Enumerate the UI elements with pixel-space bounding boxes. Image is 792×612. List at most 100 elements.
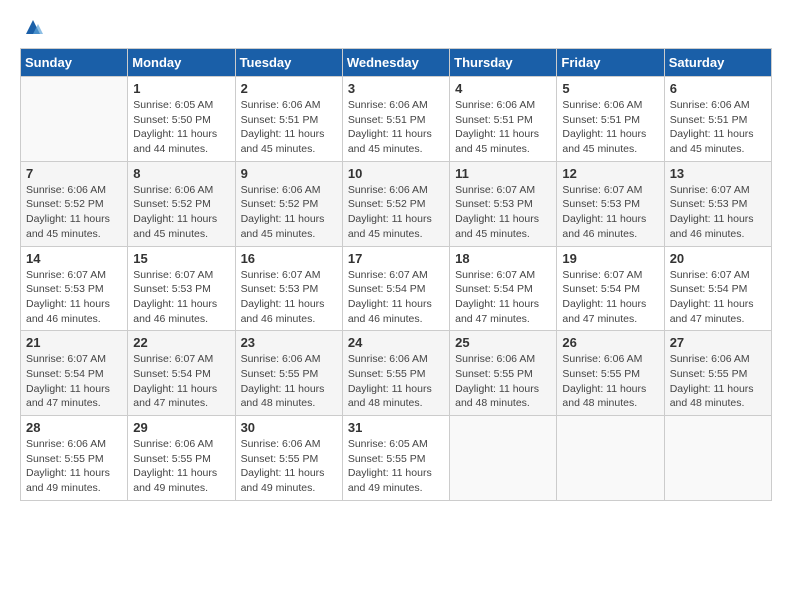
- day-info-text: Daylight: 11 hours: [455, 297, 551, 312]
- day-info-text: and 45 minutes.: [133, 227, 229, 242]
- day-number: 25: [455, 335, 551, 350]
- day-info-text: Sunset: 5:52 PM: [241, 197, 337, 212]
- day-info-text: Daylight: 11 hours: [670, 382, 766, 397]
- calendar-week-row: 7Sunrise: 6:06 AMSunset: 5:52 PMDaylight…: [21, 161, 772, 246]
- day-number: 1: [133, 81, 229, 96]
- day-info-text: Daylight: 11 hours: [133, 297, 229, 312]
- day-info-text: Sunset: 5:51 PM: [562, 113, 658, 128]
- day-info-text: Daylight: 11 hours: [455, 127, 551, 142]
- calendar-cell: 1Sunrise: 6:05 AMSunset: 5:50 PMDaylight…: [128, 77, 235, 162]
- day-info-text: Sunrise: 6:06 AM: [26, 183, 122, 198]
- day-number: 11: [455, 166, 551, 181]
- day-info-text: and 49 minutes.: [348, 481, 444, 496]
- day-info-text: Daylight: 11 hours: [241, 297, 337, 312]
- calendar-cell: [664, 416, 771, 501]
- day-info-text: Sunrise: 6:07 AM: [670, 268, 766, 283]
- day-number: 23: [241, 335, 337, 350]
- day-info-text: Sunrise: 6:07 AM: [562, 183, 658, 198]
- day-info-text: Sunset: 5:51 PM: [348, 113, 444, 128]
- day-number: 22: [133, 335, 229, 350]
- day-number: 13: [670, 166, 766, 181]
- day-info-text: and 46 minutes.: [562, 227, 658, 242]
- day-info-text: Daylight: 11 hours: [241, 466, 337, 481]
- day-number: 15: [133, 251, 229, 266]
- day-info-text: and 47 minutes.: [562, 312, 658, 327]
- day-info-text: Sunset: 5:54 PM: [670, 282, 766, 297]
- calendar-cell: 7Sunrise: 6:06 AMSunset: 5:52 PMDaylight…: [21, 161, 128, 246]
- day-info-text: and 48 minutes.: [241, 396, 337, 411]
- calendar-cell: 22Sunrise: 6:07 AMSunset: 5:54 PMDayligh…: [128, 331, 235, 416]
- weekday-header-sunday: Sunday: [21, 49, 128, 77]
- day-info-text: Daylight: 11 hours: [26, 212, 122, 227]
- day-info-text: Sunrise: 6:07 AM: [26, 352, 122, 367]
- calendar-cell: 9Sunrise: 6:06 AMSunset: 5:52 PMDaylight…: [235, 161, 342, 246]
- calendar-cell: 11Sunrise: 6:07 AMSunset: 5:53 PMDayligh…: [450, 161, 557, 246]
- day-info-text: and 46 minutes.: [26, 312, 122, 327]
- day-info-text: and 48 minutes.: [455, 396, 551, 411]
- day-number: 31: [348, 420, 444, 435]
- calendar-cell: 5Sunrise: 6:06 AMSunset: 5:51 PMDaylight…: [557, 77, 664, 162]
- day-info-text: Daylight: 11 hours: [670, 297, 766, 312]
- day-info-text: Sunset: 5:54 PM: [348, 282, 444, 297]
- day-info-text: Sunset: 5:53 PM: [455, 197, 551, 212]
- day-info-text: Sunset: 5:52 PM: [26, 197, 122, 212]
- day-info-text: Sunset: 5:55 PM: [455, 367, 551, 382]
- day-info-text: Sunset: 5:55 PM: [241, 367, 337, 382]
- day-info-text: Sunrise: 6:06 AM: [348, 183, 444, 198]
- day-number: 17: [348, 251, 444, 266]
- day-info-text: and 49 minutes.: [26, 481, 122, 496]
- day-info-text: Sunset: 5:53 PM: [670, 197, 766, 212]
- calendar-cell: 10Sunrise: 6:06 AMSunset: 5:52 PMDayligh…: [342, 161, 449, 246]
- day-info-text: Daylight: 11 hours: [133, 212, 229, 227]
- day-info-text: and 48 minutes.: [562, 396, 658, 411]
- calendar-cell: 18Sunrise: 6:07 AMSunset: 5:54 PMDayligh…: [450, 246, 557, 331]
- day-info-text: Daylight: 11 hours: [562, 212, 658, 227]
- weekday-header-row: SundayMondayTuesdayWednesdayThursdayFrid…: [21, 49, 772, 77]
- day-info-text: Sunrise: 6:06 AM: [670, 352, 766, 367]
- day-info-text: Sunrise: 6:06 AM: [562, 352, 658, 367]
- day-info-text: and 46 minutes.: [348, 312, 444, 327]
- day-info-text: and 45 minutes.: [670, 142, 766, 157]
- day-info-text: Sunrise: 6:06 AM: [670, 98, 766, 113]
- calendar-cell: 23 Sunrise: 6:06 AMSunset: 5:55 PMDayligh…: [235, 331, 342, 416]
- day-info-text: and 45 minutes.: [348, 142, 444, 157]
- day-info-text: Sunrise: 6:06 AM: [455, 98, 551, 113]
- calendar-cell: 13Sunrise: 6:07 AMSunset: 5:53 PMDayligh…: [664, 161, 771, 246]
- calendar-cell: 14Sunrise: 6:07 AMSunset: 5:53 PMDayligh…: [21, 246, 128, 331]
- day-info-text: and 47 minutes.: [26, 396, 122, 411]
- day-info-text: Daylight: 11 hours: [455, 382, 551, 397]
- calendar-cell: 26Sunrise: 6:06 AMSunset: 5:55 PMDayligh…: [557, 331, 664, 416]
- weekday-header-friday: Friday: [557, 49, 664, 77]
- calendar-cell: 19Sunrise: 6:07 AMSunset: 5:54 PMDayligh…: [557, 246, 664, 331]
- day-info-text: and 46 minutes.: [133, 312, 229, 327]
- day-info-text: and 48 minutes.: [348, 396, 444, 411]
- day-info-text: Daylight: 11 hours: [133, 382, 229, 397]
- day-info-text: Sunrise: 6:06 AM: [133, 183, 229, 198]
- day-number: 14: [26, 251, 122, 266]
- day-info-text: Sunset: 5:55 PM: [241, 452, 337, 467]
- day-number: 20: [670, 251, 766, 266]
- day-info-text: Sunset: 5:53 PM: [241, 282, 337, 297]
- weekday-header-monday: Monday: [128, 49, 235, 77]
- day-info-text: Daylight: 11 hours: [348, 297, 444, 312]
- day-info-text: and 47 minutes.: [133, 396, 229, 411]
- day-number: 10: [348, 166, 444, 181]
- calendar-cell: [557, 416, 664, 501]
- day-info-text: Daylight: 11 hours: [562, 127, 658, 142]
- day-info-text: Daylight: 11 hours: [562, 297, 658, 312]
- day-info-text: Sunset: 5:55 PM: [133, 452, 229, 467]
- calendar-cell: 8Sunrise: 6:06 AMSunset: 5:52 PMDaylight…: [128, 161, 235, 246]
- day-info-text: Sunrise: 6:07 AM: [455, 183, 551, 198]
- day-info-text: Sunrise: 6:07 AM: [133, 268, 229, 283]
- logo: [20, 20, 44, 32]
- logo-icon: [22, 16, 44, 38]
- day-info-text: Daylight: 11 hours: [348, 382, 444, 397]
- day-info-text: Sunrise: 6:07 AM: [455, 268, 551, 283]
- calendar-cell: 3Sunrise: 6:06 AMSunset: 5:51 PMDaylight…: [342, 77, 449, 162]
- day-info-text: Daylight: 11 hours: [241, 382, 337, 397]
- day-info-text: Sunrise: 6:06 AM: [241, 352, 337, 367]
- calendar-cell: 15Sunrise: 6:07 AMSunset: 5:53 PMDayligh…: [128, 246, 235, 331]
- day-info-text: Sunset: 5:54 PM: [26, 367, 122, 382]
- day-number: 16: [241, 251, 337, 266]
- calendar-week-row: 28Sunrise: 6:06 AMSunset: 5:55 PMDayligh…: [21, 416, 772, 501]
